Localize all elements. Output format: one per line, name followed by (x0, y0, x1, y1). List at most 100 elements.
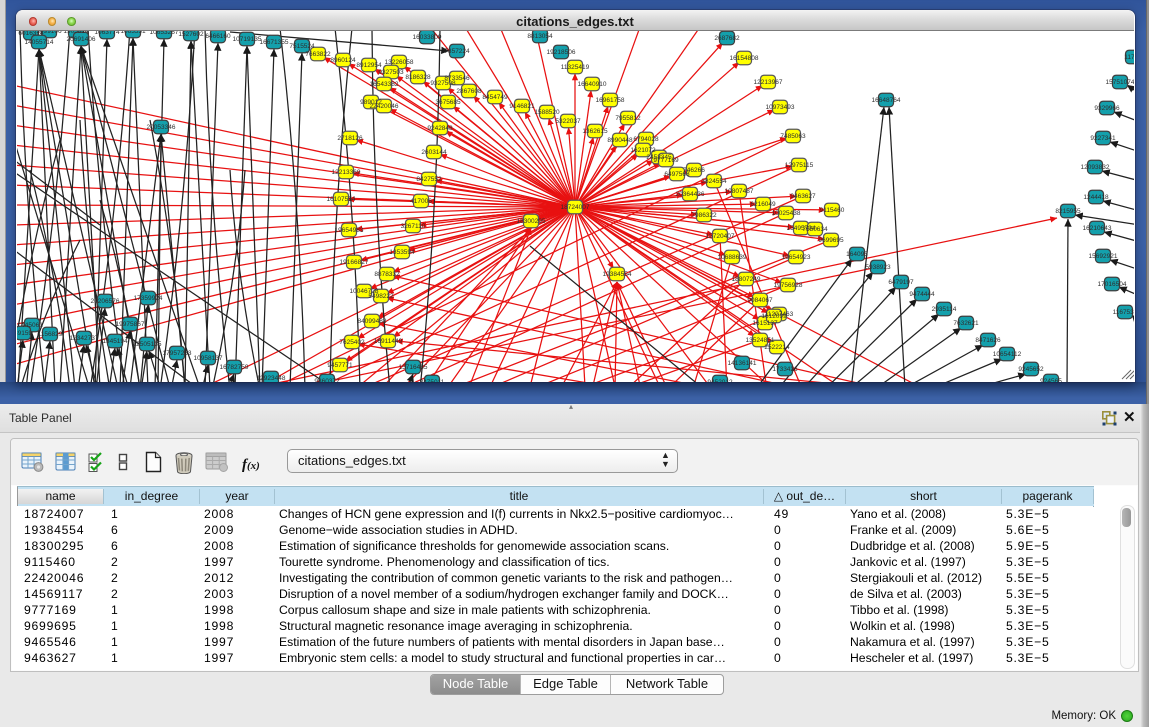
svg-text:17359924: 17359924 (134, 295, 163, 302)
svg-text:84099488: 84099488 (358, 318, 387, 325)
svg-text:10046728: 10046728 (350, 288, 379, 295)
svg-text:13524851: 13524851 (746, 337, 775, 344)
svg-text:2718126: 2718126 (337, 135, 363, 142)
svg-text:15751074: 15751074 (1106, 79, 1134, 86)
svg-text:11751: 11751 (1124, 54, 1134, 61)
svg-text:20053346: 20053346 (147, 124, 176, 131)
svg-text:15720407: 15720407 (706, 233, 735, 240)
svg-text:10025438: 10025438 (772, 210, 801, 217)
svg-text:10973493: 10973493 (766, 104, 795, 111)
svg-text:1621072: 1621072 (630, 147, 656, 154)
svg-text:9245652: 9245652 (1018, 366, 1044, 373)
svg-text:9327503: 9327503 (378, 69, 404, 76)
svg-text:12342737: 12342737 (70, 335, 99, 342)
svg-text:1353594: 1353594 (389, 249, 415, 256)
svg-text:8186328: 8186328 (405, 74, 431, 81)
svg-text:6479197: 6479197 (888, 279, 914, 286)
svg-text:10688639: 10688639 (718, 254, 747, 261)
svg-text:10807487: 10807487 (725, 188, 754, 195)
svg-text:22420046: 22420046 (370, 103, 399, 110)
svg-text:2099106: 2099106 (36, 31, 62, 35)
svg-text:6216049: 6216049 (750, 201, 776, 208)
svg-text:9329966: 9329966 (1094, 105, 1120, 112)
svg-text:6466160: 6466160 (205, 33, 231, 40)
svg-text:18724007: 18724007 (561, 204, 590, 211)
svg-text:164095: 164095 (846, 251, 868, 258)
svg-text:1362615: 1362615 (582, 128, 608, 135)
svg-text:15692921: 15692921 (1089, 253, 1118, 260)
svg-text:7485063: 7485063 (780, 133, 806, 140)
svg-text:7955812: 7955812 (615, 115, 641, 122)
svg-text:9242848: 9242848 (427, 125, 453, 132)
svg-text:18807249: 18807249 (732, 276, 761, 283)
svg-text:2522214: 2522214 (764, 344, 790, 351)
svg-text:1156829: 1156829 (38, 331, 63, 338)
svg-text:5938923: 5938923 (865, 264, 891, 271)
svg-text:1905814: 1905814 (63, 31, 89, 35)
svg-text:14136141: 14136141 (728, 360, 757, 367)
svg-text:12975115: 12975115 (785, 162, 814, 169)
svg-text:8471626: 8471626 (975, 337, 1001, 344)
svg-text:18300295: 18300295 (517, 218, 546, 225)
svg-text:7632621: 7632621 (953, 320, 979, 327)
svg-text:7515524: 7515524 (289, 43, 315, 50)
svg-text:8427552: 8427552 (416, 176, 442, 183)
svg-text:16640910: 16640910 (578, 81, 607, 88)
svg-text:11325419: 11325419 (561, 64, 590, 71)
svg-text:1063531: 1063531 (120, 31, 146, 35)
svg-text:9084067: 9084067 (747, 297, 773, 304)
svg-text:9777169: 9777169 (653, 157, 679, 164)
svg-text:8733546: 8733546 (444, 75, 470, 82)
svg-text:5322037: 5322037 (555, 118, 581, 125)
svg-text:19654923: 19654923 (782, 254, 811, 261)
svg-text:3675685: 3675685 (435, 99, 461, 106)
svg-text:16107554: 16107554 (327, 196, 356, 203)
svg-text:16033809: 16033809 (413, 34, 442, 41)
svg-text:7986322: 7986322 (691, 212, 717, 219)
svg-text:2867608: 2867608 (456, 88, 482, 95)
svg-text:1612099: 1612099 (761, 313, 787, 320)
svg-text:1733426: 1733426 (772, 366, 798, 373)
svg-text:7550634: 7550634 (802, 226, 828, 233)
svg-text:19756928: 19756928 (774, 282, 803, 289)
svg-text:7663822: 7663822 (305, 51, 331, 58)
svg-text:1527602: 1527602 (178, 31, 204, 38)
svg-text:7357224: 7357224 (444, 48, 470, 55)
svg-text:9699695: 9699695 (818, 237, 844, 244)
svg-text:10958137: 10958137 (194, 355, 223, 362)
svg-text:746266: 746266 (683, 167, 705, 174)
svg-text:924565: 924565 (1040, 378, 1062, 382)
svg-text:2603144: 2603144 (421, 149, 447, 156)
svg-text:9452012: 9452012 (707, 379, 733, 382)
svg-text:6794028: 6794028 (633, 136, 659, 143)
svg-text:19654983: 19654983 (335, 227, 364, 234)
svg-text:9227341: 9227341 (1090, 135, 1116, 142)
svg-text:9146821: 9146821 (509, 103, 535, 110)
svg-text:12213369: 12213369 (332, 169, 361, 176)
svg-text:1588520: 1588520 (534, 109, 560, 116)
svg-text:9463627: 9463627 (790, 193, 816, 200)
svg-text:1615137: 1615137 (752, 320, 778, 327)
svg-text:12093832: 12093832 (1081, 164, 1110, 171)
svg-text:8215955: 8215955 (1055, 208, 1081, 215)
svg-text:8454749: 8454749 (482, 94, 508, 101)
svg-text:20691406: 20691406 (67, 36, 96, 43)
svg-text:12505135: 12505135 (133, 341, 162, 348)
svg-text:12213967: 12213967 (754, 79, 783, 86)
svg-text:1167533: 1167533 (1113, 309, 1134, 316)
svg-text:20364436: 20364436 (676, 191, 705, 198)
svg-text:12923448: 12923448 (257, 375, 286, 382)
svg-text:15716485: 15716485 (399, 364, 428, 371)
svg-text:16961758: 16961758 (596, 97, 625, 104)
svg-text:2687682: 2687682 (714, 35, 740, 42)
svg-text:9860372: 9860372 (314, 378, 340, 382)
svg-text:8912954: 8912954 (356, 62, 382, 69)
svg-text:16782759: 16782759 (220, 364, 249, 371)
svg-text:13226058: 13226058 (385, 59, 414, 66)
svg-text:39159: 39159 (17, 330, 32, 337)
svg-text:8878332: 8878332 (374, 271, 400, 278)
svg-text:9457771: 9457771 (327, 362, 353, 369)
svg-text:16671355: 16671355 (260, 39, 289, 46)
svg-text:10654112: 10654112 (993, 351, 1022, 358)
svg-text:17957253: 17957253 (163, 350, 192, 357)
